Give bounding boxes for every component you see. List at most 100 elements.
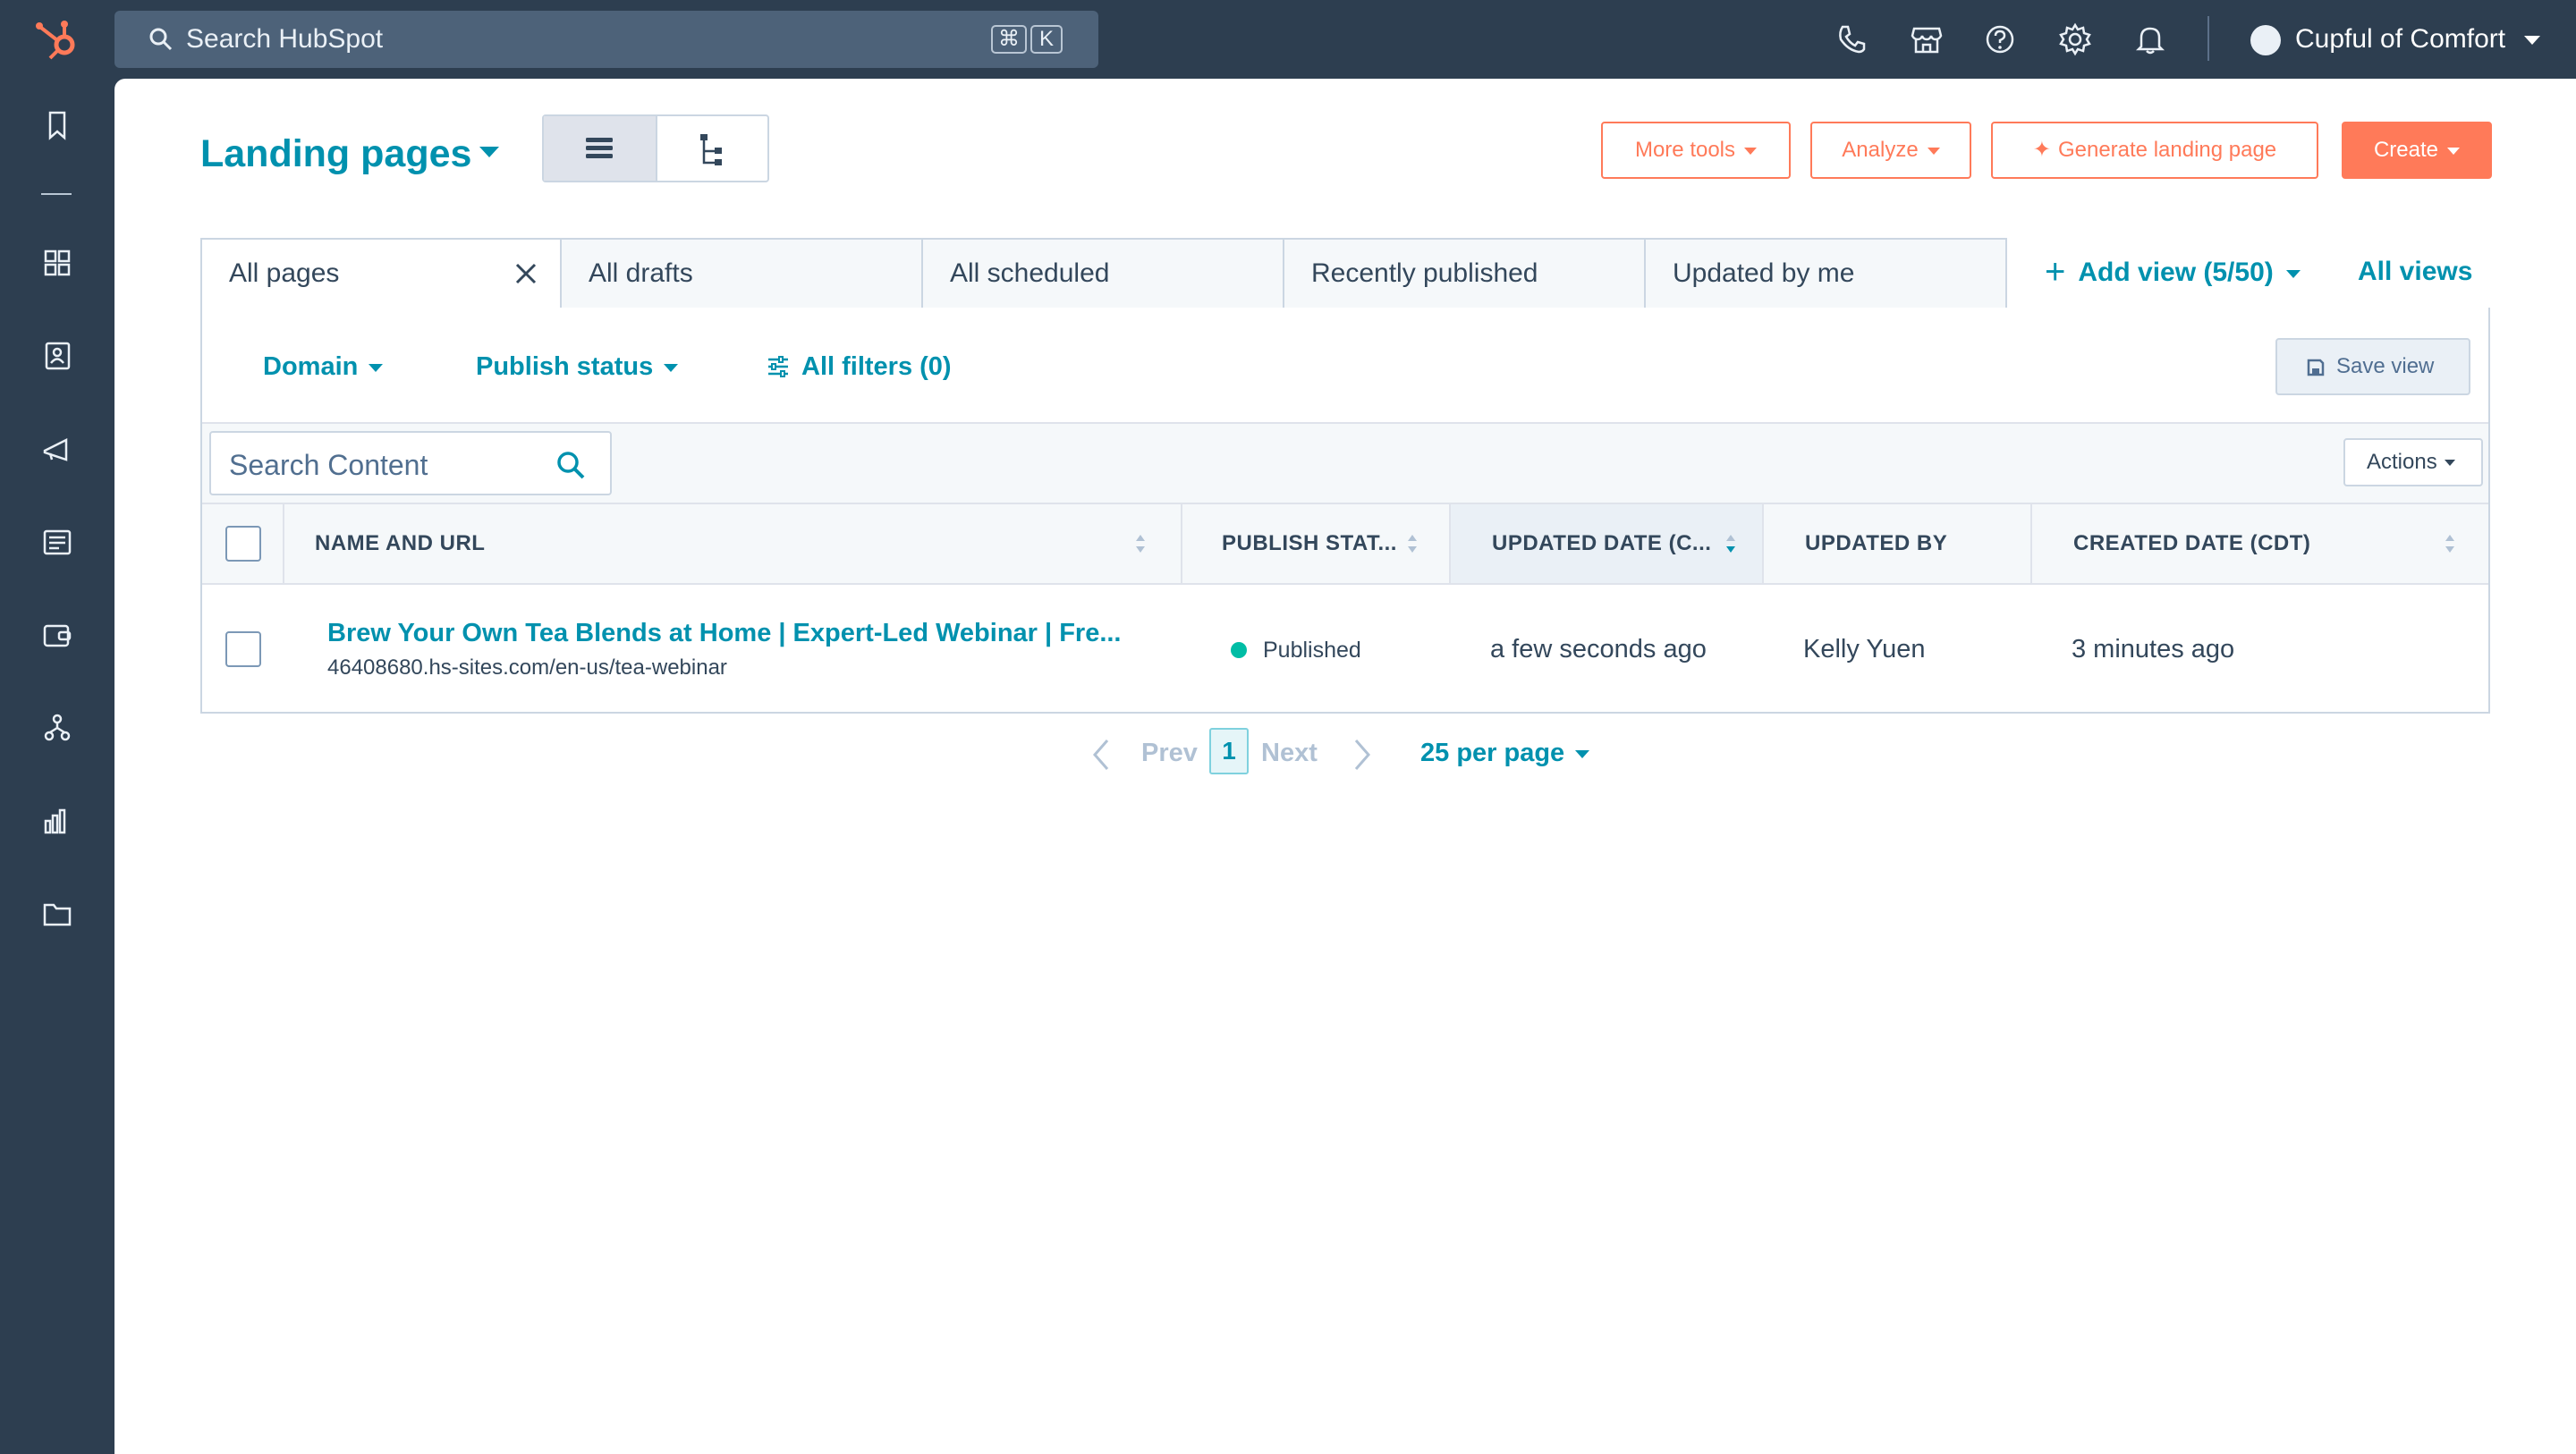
generate-landing-page-button[interactable]: ✦ Generate landing page	[1991, 122, 2318, 179]
prev-page-button[interactable]: Prev	[1141, 737, 1198, 769]
tab-updated-by-me[interactable]: Updated by me	[1646, 238, 2007, 309]
select-all-cell	[202, 504, 284, 583]
publish-status-filter[interactable]: Publish status	[476, 351, 679, 383]
sort-descending-icon	[1726, 535, 1735, 553]
shortcut-cmd-key: ⌘	[991, 25, 1027, 54]
tab-all-scheduled[interactable]: All scheduled	[923, 238, 1284, 309]
list-view-icon	[586, 138, 613, 158]
sort-icon	[1136, 535, 1145, 553]
tree-view-icon	[699, 134, 722, 165]
column-updated-by[interactable]: UPDATED BY	[1764, 504, 2032, 583]
avatar	[2250, 25, 2281, 55]
domain-filter[interactable]: Domain	[263, 351, 384, 383]
chevron-down-icon	[1575, 749, 1590, 758]
column-created-date[interactable]: CREATED DATE (CDT)	[2032, 504, 2488, 583]
publish-status-filter-label: Publish status	[476, 352, 654, 381]
sort-icon	[2445, 535, 2454, 553]
page-url: 46408680.hs-sites.com/en-us/tea-webinar	[327, 655, 727, 680]
library-icon[interactable]	[39, 896, 75, 932]
page-title[interactable]: Landing pages	[200, 129, 471, 179]
hubspot-logo-icon[interactable]	[32, 16, 82, 63]
add-view-button[interactable]: + Add view (5/50)	[2045, 254, 2301, 291]
tab-label: All pages	[229, 258, 340, 288]
marketplace-icon[interactable]	[1909, 21, 1945, 57]
sort-icon	[1408, 535, 1417, 553]
content-table-panel: Domain Publish status All filters (0) Sa…	[200, 308, 2490, 714]
updated-date-value: a few seconds ago	[1490, 635, 1707, 664]
left-sidebar	[0, 79, 114, 1454]
search-content-input[interactable]: Search Content	[209, 431, 612, 495]
tab-label: All drafts	[589, 258, 693, 288]
notifications-icon[interactable]	[2132, 21, 2168, 57]
actions-button[interactable]: Actions	[2343, 438, 2483, 486]
reporting-icon[interactable]	[39, 803, 75, 839]
shortcut-k-key: K	[1030, 25, 1063, 54]
page-name-link[interactable]: Brew Your Own Tea Blends at Home | Exper…	[327, 617, 1122, 649]
chevron-right-icon[interactable]	[1349, 737, 1374, 773]
per-page-select[interactable]: 25 per page	[1420, 737, 1590, 769]
tree-view-button[interactable]	[655, 116, 767, 181]
global-search[interactable]: Search HubSpot ⌘ K	[114, 11, 1098, 68]
table-row: Brew Your Own Tea Blends at Home | Exper…	[202, 585, 2488, 712]
updated-by-value: Kelly Yuen	[1803, 635, 1926, 664]
tab-all-pages[interactable]: All pages	[200, 238, 562, 309]
published-status-dot	[1231, 642, 1247, 658]
column-updated-date[interactable]: UPDATED DATE (C...	[1451, 504, 1764, 583]
page-title-chevron-down-icon[interactable]	[479, 147, 499, 157]
all-views-link[interactable]: All views	[2358, 254, 2472, 290]
column-name-and-url[interactable]: NAME AND URL	[284, 504, 1182, 583]
tab-all-drafts[interactable]: All drafts	[562, 238, 923, 309]
tab-label: All scheduled	[950, 258, 1110, 288]
chevron-down-icon	[1744, 147, 1758, 155]
account-name: Cupful of Comfort	[2295, 24, 2506, 54]
marketing-icon[interactable]	[39, 431, 75, 467]
row-checkbox[interactable]	[225, 631, 261, 667]
select-all-checkbox[interactable]	[225, 526, 261, 562]
view-toggle	[542, 114, 769, 182]
all-filters-button[interactable]: All filters (0)	[766, 351, 952, 383]
help-icon[interactable]	[1982, 21, 2018, 57]
phone-icon[interactable]	[1834, 21, 1869, 57]
table-toolbar: Search Content Actions	[202, 424, 2488, 504]
current-page-button[interactable]: 1	[1209, 728, 1249, 774]
more-tools-button[interactable]: More tools	[1601, 122, 1791, 179]
create-button[interactable]: Create	[2342, 122, 2492, 179]
column-header-label: UPDATED BY	[1805, 531, 1948, 555]
column-header-label: CREATED DATE (CDT)	[2073, 531, 2311, 555]
top-navigation: Search HubSpot ⌘ K Cupful of Comfort	[0, 0, 2576, 79]
chevron-left-icon[interactable]	[1089, 737, 1114, 773]
contacts-icon[interactable]	[39, 338, 75, 374]
dashboard-icon[interactable]	[39, 245, 75, 281]
content-icon[interactable]	[39, 524, 75, 560]
column-header-label: NAME AND URL	[315, 531, 486, 555]
per-page-label: 25 per page	[1420, 739, 1565, 767]
domain-filter-label: Domain	[263, 352, 359, 381]
close-icon[interactable]	[513, 261, 538, 286]
analyze-label: Analyze	[1842, 138, 1919, 162]
main-content: Landing pages More tools Analyze ✦ Genera…	[114, 79, 2576, 1454]
nav-divider	[2207, 16, 2209, 61]
global-search-placeholder: Search HubSpot	[186, 24, 384, 54]
pagination: Prev 1 Next 25 per page	[114, 726, 2576, 780]
commerce-icon[interactable]	[39, 617, 75, 653]
publish-status-value: Published	[1263, 638, 1361, 663]
list-view-button[interactable]	[544, 116, 656, 181]
bookmark-icon[interactable]	[39, 107, 75, 143]
save-view-button[interactable]: Save view	[2275, 338, 2470, 395]
save-view-label: Save view	[2336, 354, 2435, 378]
filter-bar: Domain Publish status All filters (0) Sa…	[202, 308, 2488, 424]
column-header-label: UPDATED DATE (C...	[1492, 531, 1712, 555]
column-publish-status[interactable]: PUBLISH STAT...	[1182, 504, 1451, 583]
plus-icon: +	[2045, 252, 2066, 292]
analyze-button[interactable]: Analyze	[1810, 122, 1971, 179]
chevron-down-icon	[1927, 147, 1940, 155]
automation-icon[interactable]	[39, 710, 75, 746]
tab-recently-published[interactable]: Recently published	[1284, 238, 1646, 309]
filter-sliders-icon	[768, 356, 788, 377]
save-icon	[2307, 359, 2325, 376]
settings-icon[interactable]	[2057, 21, 2093, 57]
next-page-button[interactable]: Next	[1261, 737, 1318, 769]
sidebar-divider	[41, 193, 72, 195]
search-content-placeholder: Search Content	[229, 449, 428, 481]
search-icon[interactable]	[555, 449, 587, 481]
